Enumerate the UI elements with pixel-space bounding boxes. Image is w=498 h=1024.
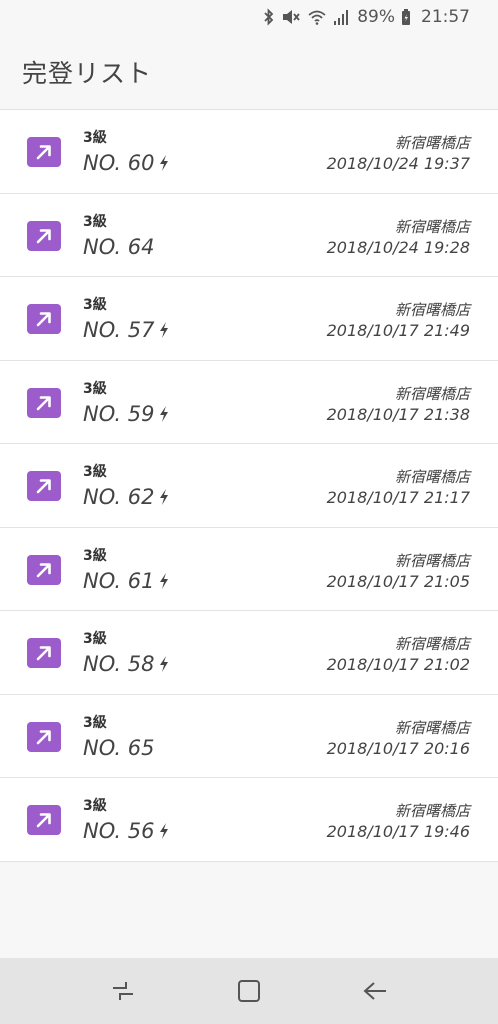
problem-number-text: NO. 64: [83, 234, 155, 259]
arrow-up-right-icon: [27, 554, 61, 585]
mute-icon: [281, 7, 301, 27]
problem-number: NO. 62: [83, 485, 170, 509]
navigation-bar: [0, 958, 498, 1024]
completion-datetime: 2018/10/17 21:38: [326, 404, 470, 424]
home-icon[interactable]: [229, 971, 269, 1011]
store-name: 新宿曙橋店: [394, 718, 470, 737]
problem-number: NO. 56: [83, 819, 170, 843]
grade-label: 3級: [83, 380, 107, 397]
problem-number-text: NO. 56: [83, 819, 155, 843]
clock: 21:57: [421, 7, 470, 27]
arrow-up-right-icon: [27, 638, 61, 668]
store-name: 新宿曙橋店: [394, 134, 470, 152]
grade-label: 3級: [83, 464, 107, 480]
completion-datetime: 2018/10/17 21:17: [326, 488, 470, 507]
grade-label: 3級: [83, 798, 107, 814]
lightning-bolt-icon: [158, 572, 170, 590]
back-icon[interactable]: [355, 971, 395, 1011]
store-name: 新宿曙橋店: [394, 551, 470, 570]
lightning-bolt-icon: [158, 822, 170, 840]
store-name: 新宿曙橋店: [394, 217, 470, 236]
record-list-item[interactable]: 3級 NO. 61 新宿曙橋店 2018/10/17 21:05: [0, 527, 498, 611]
completion-datetime: 2018/10/17 21:49: [326, 321, 470, 340]
status-bar: 89% 21:57: [0, 0, 498, 34]
battery-icon: [401, 7, 411, 27]
completion-datetime: 2018/10/17 20:16: [326, 738, 470, 758]
completion-datetime: 2018/10/24 19:28: [326, 237, 470, 257]
record-list-item[interactable]: 3級 NO. 62 新宿曙橋店 2018/10/17 21:17: [0, 444, 498, 528]
bluetooth-icon: [263, 7, 275, 27]
store-name: 新宿曙橋店: [394, 468, 470, 486]
problem-number: NO. 64: [83, 235, 154, 259]
problem-number: NO. 58: [83, 652, 170, 676]
lightning-bolt-icon: [158, 321, 170, 339]
store-name: 新宿曙橋店: [394, 301, 470, 319]
record-list-item[interactable]: 3級 NO. 56 新宿曙橋店 2018/10/17 19:46: [0, 778, 498, 862]
problem-number: NO. 60: [83, 151, 170, 175]
record-list-item[interactable]: 3級 NO. 60 新宿曙橋店 2018/10/24 19:37: [0, 110, 498, 194]
problem-number: NO. 61: [83, 569, 170, 593]
completion-datetime: 2018/10/17 19:46: [326, 822, 470, 841]
problem-number: NO. 57: [83, 318, 170, 342]
problem-number-text: NO. 57: [83, 318, 155, 342]
lightning-bolt-icon: [158, 154, 170, 172]
lightning-bolt-icon: [158, 655, 170, 673]
problem-number-text: NO. 65: [83, 735, 155, 760]
wifi-icon: [307, 7, 327, 27]
record-list-item[interactable]: 3級 NO. 57 新宿曙橋店 2018/10/17 21:49: [0, 277, 498, 361]
record-list-item[interactable]: 3級 NO. 65 新宿曙橋店 2018/10/17 20:16: [0, 694, 498, 778]
grade-label: 3級: [83, 714, 107, 731]
completion-datetime: 2018/10/17 21:02: [326, 655, 470, 674]
grade-label: 3級: [83, 297, 107, 313]
record-list: 3級 NO. 60 新宿曙橋店 2018/10/24 19:37 3級 NO. …: [0, 110, 498, 862]
record-list-item[interactable]: 3級 NO. 64 新宿曙橋店 2018/10/24 19:28: [0, 193, 498, 277]
record-list-item[interactable]: 3級 NO. 58 新宿曙橋店 2018/10/17 21:02: [0, 611, 498, 695]
grade-label: 3級: [83, 213, 107, 230]
problem-number-text: NO. 58: [83, 652, 155, 676]
grade-label: 3級: [83, 547, 107, 564]
arrow-up-right-icon: [27, 471, 61, 501]
problem-number-text: NO. 61: [83, 568, 155, 593]
arrow-up-right-icon: [27, 721, 61, 752]
arrow-up-right-icon: [27, 220, 61, 251]
recent-apps-icon[interactable]: [103, 971, 143, 1011]
lightning-bolt-icon: [158, 405, 170, 423]
store-name: 新宿曙橋店: [394, 384, 470, 403]
completion-datetime: 2018/10/17 21:05: [326, 571, 470, 591]
arrow-up-right-icon: [27, 137, 61, 167]
problem-number: NO. 59: [83, 402, 170, 426]
record-list-item[interactable]: 3級 NO. 59 新宿曙橋店 2018/10/17 21:38: [0, 360, 498, 444]
page-title: 完登リスト: [22, 58, 153, 88]
arrow-up-right-icon: [27, 304, 61, 334]
battery-percent: 89%: [357, 7, 395, 27]
signal-icon: [333, 7, 349, 27]
problem-number-text: NO. 59: [83, 401, 155, 426]
app-bar: 完登リスト: [0, 34, 498, 110]
problem-number-text: NO. 62: [83, 485, 155, 509]
problem-number-text: NO. 60: [83, 151, 155, 175]
arrow-up-right-icon: [27, 387, 61, 418]
arrow-up-right-icon: [27, 805, 61, 835]
store-name: 新宿曙橋店: [394, 802, 470, 820]
lightning-bolt-icon: [158, 488, 170, 506]
grade-label: 3級: [83, 631, 107, 647]
grade-label: 3級: [83, 130, 107, 146]
completion-datetime: 2018/10/24 19:37: [326, 154, 470, 173]
problem-number: NO. 65: [83, 736, 154, 760]
store-name: 新宿曙橋店: [394, 635, 470, 653]
